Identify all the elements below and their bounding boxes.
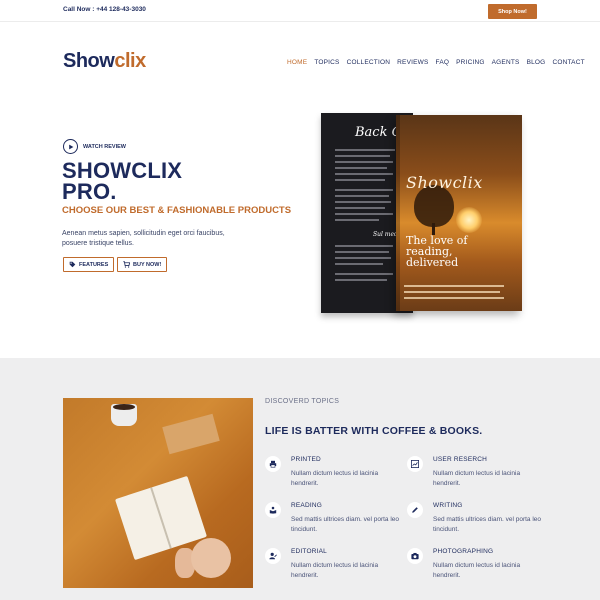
hero-subtitle: CHOOSE OUR BEST & FASHIONABLE PRODUCTS (62, 205, 292, 216)
reading-icon (265, 502, 281, 518)
feature-title: PHOTOGRAPHING (433, 548, 494, 555)
section-title: LIFE IS BATTER WITH COFFEE & BOOKS. (265, 425, 483, 437)
top-bar: Call Now : +44 128-43-3030 Shop Now! (0, 0, 600, 22)
feature-title: PRINTED (291, 456, 321, 463)
book-front-title: Showclix (406, 173, 483, 192)
pen-icon (407, 502, 423, 518)
feature-desc: Nullam dictum lectus id lacinia hendreri… (433, 562, 521, 579)
nav-pricing[interactable]: PRICING (456, 59, 485, 66)
nav-collection[interactable]: COLLECTION (347, 59, 391, 66)
nav-agents[interactable]: AGENTS (492, 59, 520, 66)
cart-icon (123, 261, 130, 268)
book-tagline: The love of reading, delivered (406, 234, 468, 269)
user-edit-icon (265, 548, 281, 564)
book-signature: Sul med (373, 231, 398, 238)
feature-desc: Nullam dictum lectus id lacinia hendreri… (291, 562, 379, 579)
nav-blog[interactable]: BLOG (527, 59, 546, 66)
nav-topics[interactable]: TOPICS (314, 59, 339, 66)
coffee-book-photo (63, 398, 253, 588)
logo-part-clix: clix (114, 50, 146, 72)
call-now-text: Call Now : +44 128-43-3030 (63, 6, 146, 13)
tag-icon (69, 261, 76, 268)
feature-title: WRITING (433, 502, 463, 509)
hero-title: SHOWCLIX PRO. (62, 158, 183, 204)
book-back-title: Back C (355, 125, 402, 140)
feature-title: USER RESERCH (433, 456, 488, 463)
section-eyebrow: DISCOVERD TOPICS (265, 398, 340, 405)
buy-now-button[interactable]: BUY NOW! (117, 257, 168, 272)
logo[interactable]: Showclix (63, 50, 146, 73)
features-button-label: FEATURES (79, 261, 109, 268)
hero-title-line1: SHOWCLIX (62, 158, 183, 183)
watch-review-link[interactable]: WATCH REVIEW (63, 139, 126, 154)
nav-faq[interactable]: FAQ (436, 59, 450, 66)
shop-now-button[interactable]: Shop Now! (488, 4, 537, 19)
logo-part-show: Show (63, 50, 115, 72)
features-button[interactable]: FEATURES (63, 257, 115, 272)
book-front-cover: Showclix The love of reading, delivered (396, 115, 522, 311)
main-nav: HOME TOPICS COLLECTION REVIEWS FAQ PRICI… (287, 59, 592, 66)
nav-home[interactable]: HOME (287, 59, 307, 66)
nav-contact[interactable]: CONTACT (552, 59, 584, 66)
feature-title: READING (291, 502, 323, 509)
book-mockup-image: Back C Sul med Showclix The love of read… (318, 113, 523, 318)
chart-icon (407, 456, 423, 472)
feature-title: EDITORIAL (291, 548, 327, 555)
nav-reviews[interactable]: REVIEWS (397, 59, 428, 66)
hero-description: Aenean metus sapien, sollicitudin eget o… (62, 230, 225, 247)
print-icon (265, 456, 281, 472)
play-icon[interactable] (63, 139, 78, 154)
feature-desc: Nullam dictum lectus id lacinia hendreri… (433, 470, 521, 487)
camera-icon (407, 548, 423, 564)
feature-desc: Sed mattis ultrices diam. vel porta leo … (433, 516, 542, 533)
hero-title-line2: PRO. (62, 179, 117, 204)
buy-now-button-label: BUY NOW! (133, 261, 162, 268)
feature-desc: Sed mattis ultrices diam. vel porta leo … (291, 516, 400, 533)
watch-review-label: WATCH REVIEW (83, 143, 126, 150)
feature-desc: Nullam dictum lectus id lacinia hendreri… (291, 470, 379, 487)
